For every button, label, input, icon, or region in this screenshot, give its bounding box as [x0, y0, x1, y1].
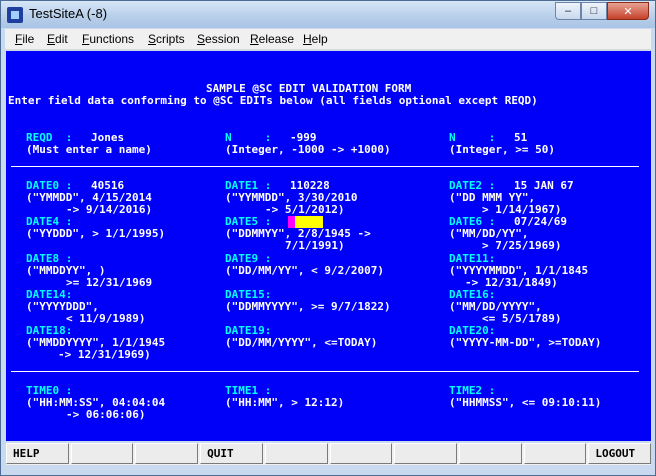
form-subtitle: Enter field data conforming to @SC EDITs…: [8, 94, 538, 107]
date5-hint-cont: 7/1/1991): [285, 239, 345, 252]
fkey-logout-button[interactable]: LOGOUT: [588, 443, 652, 464]
date20-hint: ("YYYY-MM-DD", >=TODAY): [449, 336, 602, 349]
fkey-2-button[interactable]: [70, 443, 134, 464]
date8-hint-cont: >= 12/31/1969: [66, 276, 153, 289]
reqd-hint: (Must enter a name): [26, 143, 152, 156]
separator-line: [11, 371, 639, 372]
window-title: TestSiteA (-8): [29, 6, 108, 21]
function-key-bar: HELP QUIT LOGOUT: [6, 443, 652, 465]
fkey-5-button[interactable]: [264, 443, 328, 464]
menu-scripts[interactable]: Scripts: [148, 32, 185, 46]
date0-hint-cont: -> 9/14/2016): [66, 203, 153, 216]
time0-hint-cont: -> 06:06:06): [66, 408, 146, 421]
fkey-7-button[interactable]: [394, 443, 457, 464]
menu-session[interactable]: Session: [197, 32, 240, 46]
n2-hint: (Integer, >= 50): [449, 143, 555, 156]
date6-hint-cont: > 7/25/1969): [482, 239, 562, 252]
window-controls: – □ ✕: [555, 2, 649, 20]
separator-line: [11, 166, 639, 167]
time2-hint: ("HHMMSS", <= 09:10:11): [449, 396, 602, 409]
terminal-screen: SAMPLE @SC EDIT VALIDATION FORM Enter fi…: [6, 51, 651, 441]
maximize-button[interactable]: □: [581, 2, 607, 20]
app-window: TestSiteA (-8) – □ ✕ File Edit Functions…: [0, 0, 656, 476]
time1-hint: ("HH:MM", > 12:12): [225, 396, 345, 409]
date18-hint-cont: -> 12/31/1969): [58, 348, 151, 361]
close-button[interactable]: ✕: [607, 2, 649, 20]
menu-release[interactable]: Release: [250, 32, 294, 46]
menu-bar: File Edit Functions Scripts Session Rele…: [5, 29, 651, 50]
date14-hint-cont: < 11/9/1989): [66, 312, 146, 325]
menu-edit[interactable]: Edit: [47, 32, 68, 46]
fkey-quit-button[interactable]: QUIT: [200, 443, 263, 464]
title-bar[interactable]: TestSiteA (-8) – □ ✕: [1, 1, 655, 28]
n1-hint: (Integer, -1000 -> +1000): [225, 143, 391, 156]
fkey-3-button[interactable]: [135, 443, 199, 464]
fkey-8-button[interactable]: [458, 443, 522, 464]
status-bar: [1, 465, 655, 475]
fkey-help-button[interactable]: HELP: [6, 443, 69, 464]
date19-hint: ("DD/MM/YYYY", <=TODAY): [225, 336, 378, 349]
date15-hint: ("DDMMYYYY", >= 9/7/1822): [225, 300, 391, 313]
menu-functions[interactable]: Functions: [82, 32, 134, 46]
minimize-button[interactable]: –: [555, 2, 581, 20]
date9-hint: ("DD/MM/YY", < 9/2/2007): [225, 264, 384, 277]
app-icon: [7, 7, 23, 23]
menu-file[interactable]: File: [15, 32, 34, 46]
date4-hint: ("YYDDD", > 1/1/1995): [26, 227, 166, 240]
menu-help[interactable]: Help: [303, 32, 328, 46]
fkey-6-button[interactable]: [329, 443, 393, 464]
date1-hint-cont: -> 5/1/2012): [265, 203, 345, 216]
fkey-9-button[interactable]: [523, 443, 587, 464]
